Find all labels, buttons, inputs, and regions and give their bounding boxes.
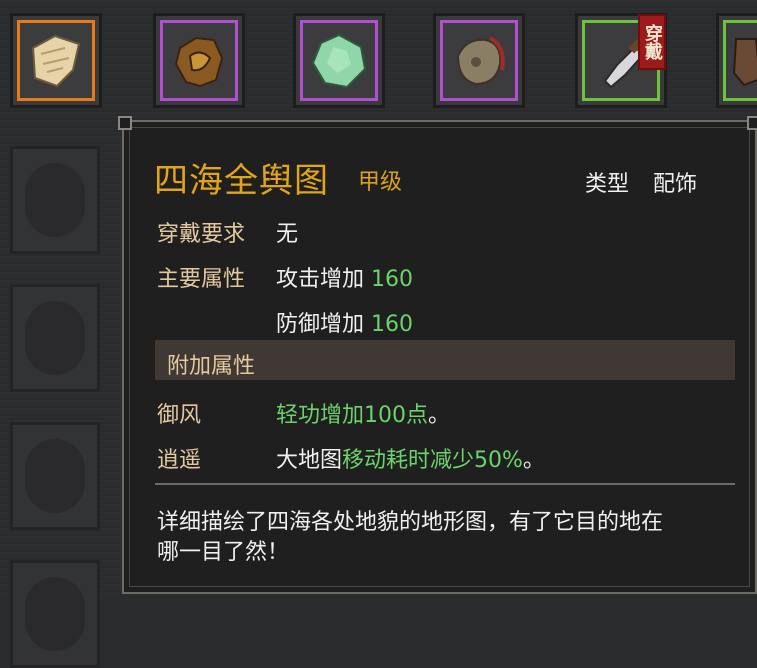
inventory-slot-3[interactable] — [293, 13, 385, 108]
item-grade: 甲级 — [358, 170, 403, 195]
item-type-label: 类型 — [585, 172, 630, 197]
inventory-slot-6[interactable] — [716, 13, 757, 108]
item-description-line-1: 详细描绘了四海各处地貌的地形图，有了它目的地在 — [157, 510, 664, 535]
inventory-slot-1[interactable] — [10, 13, 102, 108]
inventory-slot-left-1[interactable] — [10, 146, 100, 254]
slot-frame — [160, 20, 238, 101]
main-attr-2-text: 防御增加 — [276, 312, 365, 337]
empty-slot-icon — [25, 439, 85, 513]
extra-attr-1: 轻功增加100点。 — [276, 397, 450, 429]
item-type-value: 配饰 — [653, 172, 698, 197]
inventory-slot-left-3[interactable] — [10, 422, 100, 530]
extra-attr-1-suffix: 。 — [428, 403, 451, 428]
main-attr-1-text: 攻击增加 — [276, 267, 365, 292]
inventory-slot-5[interactable]: 穿戴 — [575, 13, 667, 108]
inventory-slot-4[interactable] — [433, 13, 525, 108]
extra-attr-2-effect: 移动耗时减少50% — [342, 448, 523, 473]
item-name: 四海全舆图 — [154, 161, 329, 201]
extra-attr-2-prefix: 大地图 — [276, 448, 343, 473]
item-description: 详细描绘了四海各处地貌的地形图，有了它目的地在 哪一目了然！ — [157, 508, 717, 568]
requirement-value: 无 — [276, 222, 299, 247]
extra-attr-1-name: 御风 — [157, 403, 202, 428]
inventory-slot-2[interactable] — [153, 13, 245, 108]
extra-attr-2-name: 逍遥 — [157, 448, 202, 473]
extra-attr-header: 附加属性 — [155, 340, 735, 380]
corner-ornament — [747, 116, 757, 130]
extra-attr-1-effect: 轻功增加100点 — [276, 403, 428, 428]
slot-frame — [440, 20, 518, 101]
extra-attr-2-suffix: 。 — [522, 448, 545, 473]
main-attr-label: 主要属性 — [157, 267, 246, 292]
divider — [155, 483, 735, 485]
equipped-badge: 穿戴 — [638, 14, 666, 70]
leather-armor-icon — [174, 36, 224, 87]
empty-slot-icon — [25, 577, 85, 651]
boots-icon — [732, 37, 757, 86]
empty-slot-icon — [25, 163, 85, 237]
map-scroll-icon — [31, 34, 81, 87]
requirement-label: 穿戴要求 — [157, 222, 246, 247]
empty-slot-icon — [25, 301, 85, 375]
corner-ornament — [118, 116, 132, 130]
slot-frame — [300, 20, 378, 101]
slot-frame — [723, 20, 757, 101]
jade-stone-icon — [311, 33, 367, 88]
inventory-slot-left-2[interactable] — [10, 284, 100, 392]
item-description-line-2: 哪一目了然！ — [157, 540, 290, 565]
main-attr-2: 防御增加 160 — [276, 306, 413, 338]
extra-attr-2: 大地图移动耗时减少50%。 — [276, 442, 545, 474]
slot-frame — [17, 20, 95, 101]
main-attr-1: 攻击增加 160 — [276, 261, 413, 293]
inventory-slot-left-4[interactable] — [10, 560, 100, 668]
main-attr-1-value: 160 — [371, 267, 414, 292]
pouch-icon — [456, 35, 505, 85]
extra-attr-header-text: 附加属性 — [167, 354, 256, 379]
main-attr-2-value: 160 — [371, 312, 414, 337]
